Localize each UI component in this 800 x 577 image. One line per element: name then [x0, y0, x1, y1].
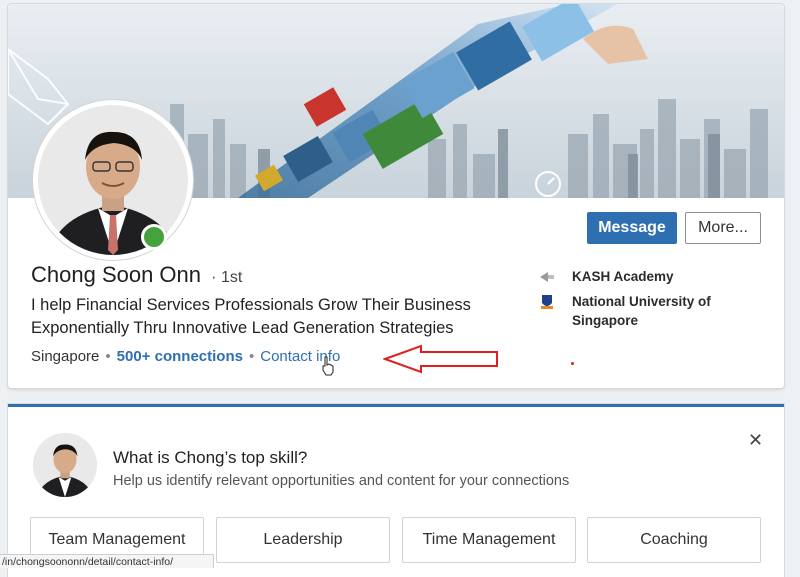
browser-status-url: /in/chongsoononn/detail/contact-info/ — [0, 554, 214, 568]
online-status-indicator — [141, 224, 167, 250]
location: Singapore — [31, 348, 100, 365]
skill-option-time-management[interactable]: Time Management — [402, 517, 576, 563]
connection-degree-value: 1st — [220, 269, 243, 286]
more-button[interactable]: More... — [685, 212, 761, 244]
profile-name: Chong Soon Onn — [31, 262, 202, 287]
nus-logo — [538, 293, 556, 311]
connections-link[interactable]: 500+ connections — [117, 348, 243, 365]
message-button[interactable]: Message — [587, 212, 677, 244]
org-name: KASH Academy — [572, 269, 674, 284]
skill-option-coaching[interactable]: Coaching — [587, 517, 761, 563]
top-skill-subtitle: Help us identify relevant opportunities … — [113, 473, 570, 489]
annotation-arrow-icon — [383, 344, 498, 374]
org-name: National University of Singapore — [572, 294, 711, 328]
separator-dot: • — [248, 348, 255, 365]
separator-dot: • — [105, 348, 111, 365]
small-profile-photo — [33, 433, 97, 497]
org-item-kash[interactable]: KASH Academy — [538, 267, 732, 286]
headline-line-2: Exponentially Thru Innovative Lead Gener… — [31, 319, 454, 337]
profile-headline: I help Financial Services Professionals … — [31, 294, 531, 340]
profile-card: Message More... Chong Soon Onn · 1st I h… — [8, 4, 784, 388]
profile-meta: Singapore • 500+ connections • Contact info — [31, 348, 340, 365]
close-icon[interactable]: ✕ — [748, 430, 763, 451]
person-photo-icon — [33, 433, 97, 497]
skill-option-leadership[interactable]: Leadership — [216, 517, 390, 563]
top-skill-card: What is Chong’s top skill? Help us ident… — [8, 404, 784, 577]
headline-line-1: I help Financial Services Professionals … — [31, 296, 471, 314]
mouse-pointer-icon — [322, 356, 334, 376]
kash-academy-logo — [538, 268, 556, 286]
profile-photo[interactable] — [33, 100, 193, 260]
org-item-nus[interactable]: National University of Singapore — [538, 292, 732, 330]
profile-name-row: Chong Soon Onn · 1st — [31, 262, 242, 288]
annotation-dot — [571, 362, 574, 365]
connection-degree: · 1st — [211, 269, 243, 286]
top-skill-question: What is Chong’s top skill? — [113, 448, 308, 467]
